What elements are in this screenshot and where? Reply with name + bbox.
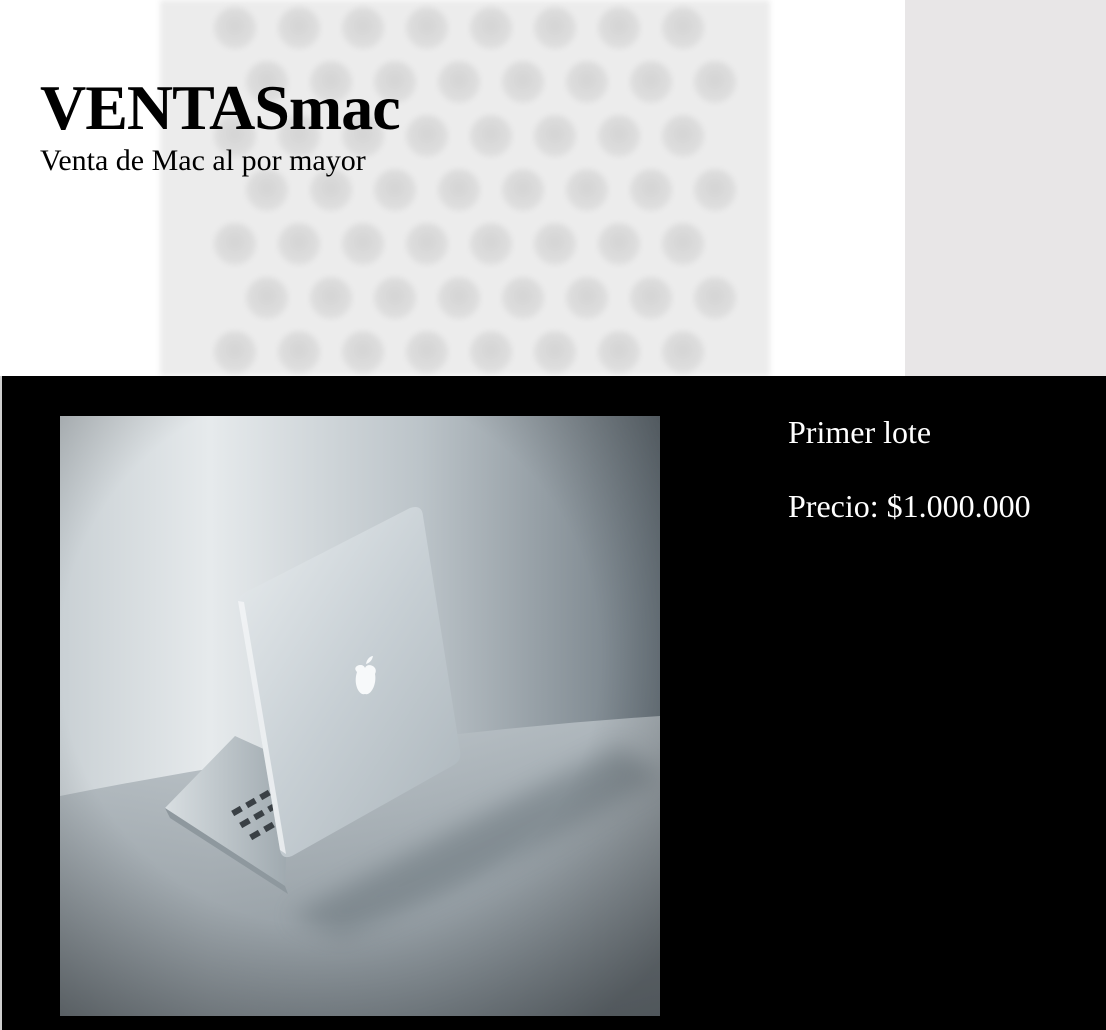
grille-hole — [534, 7, 576, 49]
site-title[interactable]: VENTASmac — [40, 70, 401, 146]
grille-hole — [246, 277, 288, 319]
grille-hole — [278, 331, 320, 373]
grille-hole — [630, 277, 672, 319]
grille-hole — [438, 61, 480, 103]
grille-hole — [694, 169, 736, 211]
grille-hole — [470, 115, 512, 157]
grille-hole — [630, 169, 672, 211]
grille-hole — [566, 169, 608, 211]
grille-hole — [598, 331, 640, 373]
grille-hole — [310, 277, 352, 319]
grille-hole — [598, 115, 640, 157]
grille-hole — [662, 223, 704, 265]
grille-hole — [470, 223, 512, 265]
grille-hole — [662, 7, 704, 49]
product-info: Primer lote Precio: $1.000.000 — [788, 414, 1031, 524]
grille-hole — [342, 7, 384, 49]
grille-hole — [694, 61, 736, 103]
grille-hole — [502, 169, 544, 211]
grille-hole — [662, 115, 704, 157]
grille-hole — [342, 331, 384, 373]
grille-hole — [598, 223, 640, 265]
site-subtitle: Venta de Mac al por mayor — [40, 144, 366, 177]
product-name: Primer lote — [788, 414, 932, 450]
grille-hole — [278, 7, 320, 49]
grille-hole — [566, 277, 608, 319]
grille-hole — [214, 7, 256, 49]
laptop-photo-icon — [60, 416, 660, 1016]
mac-pro-grille-background — [0, 0, 1106, 376]
product-price: Precio: $1.000.000 — [788, 488, 1031, 524]
grille-hole — [406, 223, 448, 265]
grille-hole — [694, 277, 736, 319]
grille-hole — [630, 61, 672, 103]
grille-hole — [278, 223, 320, 265]
grille-hole — [502, 277, 544, 319]
grille-hole — [534, 115, 576, 157]
grille-hole — [406, 331, 448, 373]
grille-hole — [406, 7, 448, 49]
grille-hole — [662, 331, 704, 373]
grille-hole — [406, 115, 448, 157]
grille-hole — [470, 331, 512, 373]
grille-hole — [214, 223, 256, 265]
grille-hole — [534, 223, 576, 265]
hero-banner: VENTASmac Venta de Mac al por mayor — [0, 0, 1106, 376]
grille-hole — [470, 7, 512, 49]
grille-hole — [214, 331, 256, 373]
grille-hole — [598, 7, 640, 49]
grille-hole — [438, 169, 480, 211]
product-image[interactable] — [60, 416, 660, 1016]
hero-text-block: VENTASmac Venta de Mac al por mayor — [40, 70, 401, 177]
grille-hole — [566, 61, 608, 103]
grille-hole — [534, 331, 576, 373]
grille-hole — [502, 61, 544, 103]
grille-hole — [342, 223, 384, 265]
grille-hole — [374, 277, 416, 319]
product-section: Primer lote Precio: $1.000.000 — [0, 376, 1106, 1030]
grille-hole — [438, 277, 480, 319]
